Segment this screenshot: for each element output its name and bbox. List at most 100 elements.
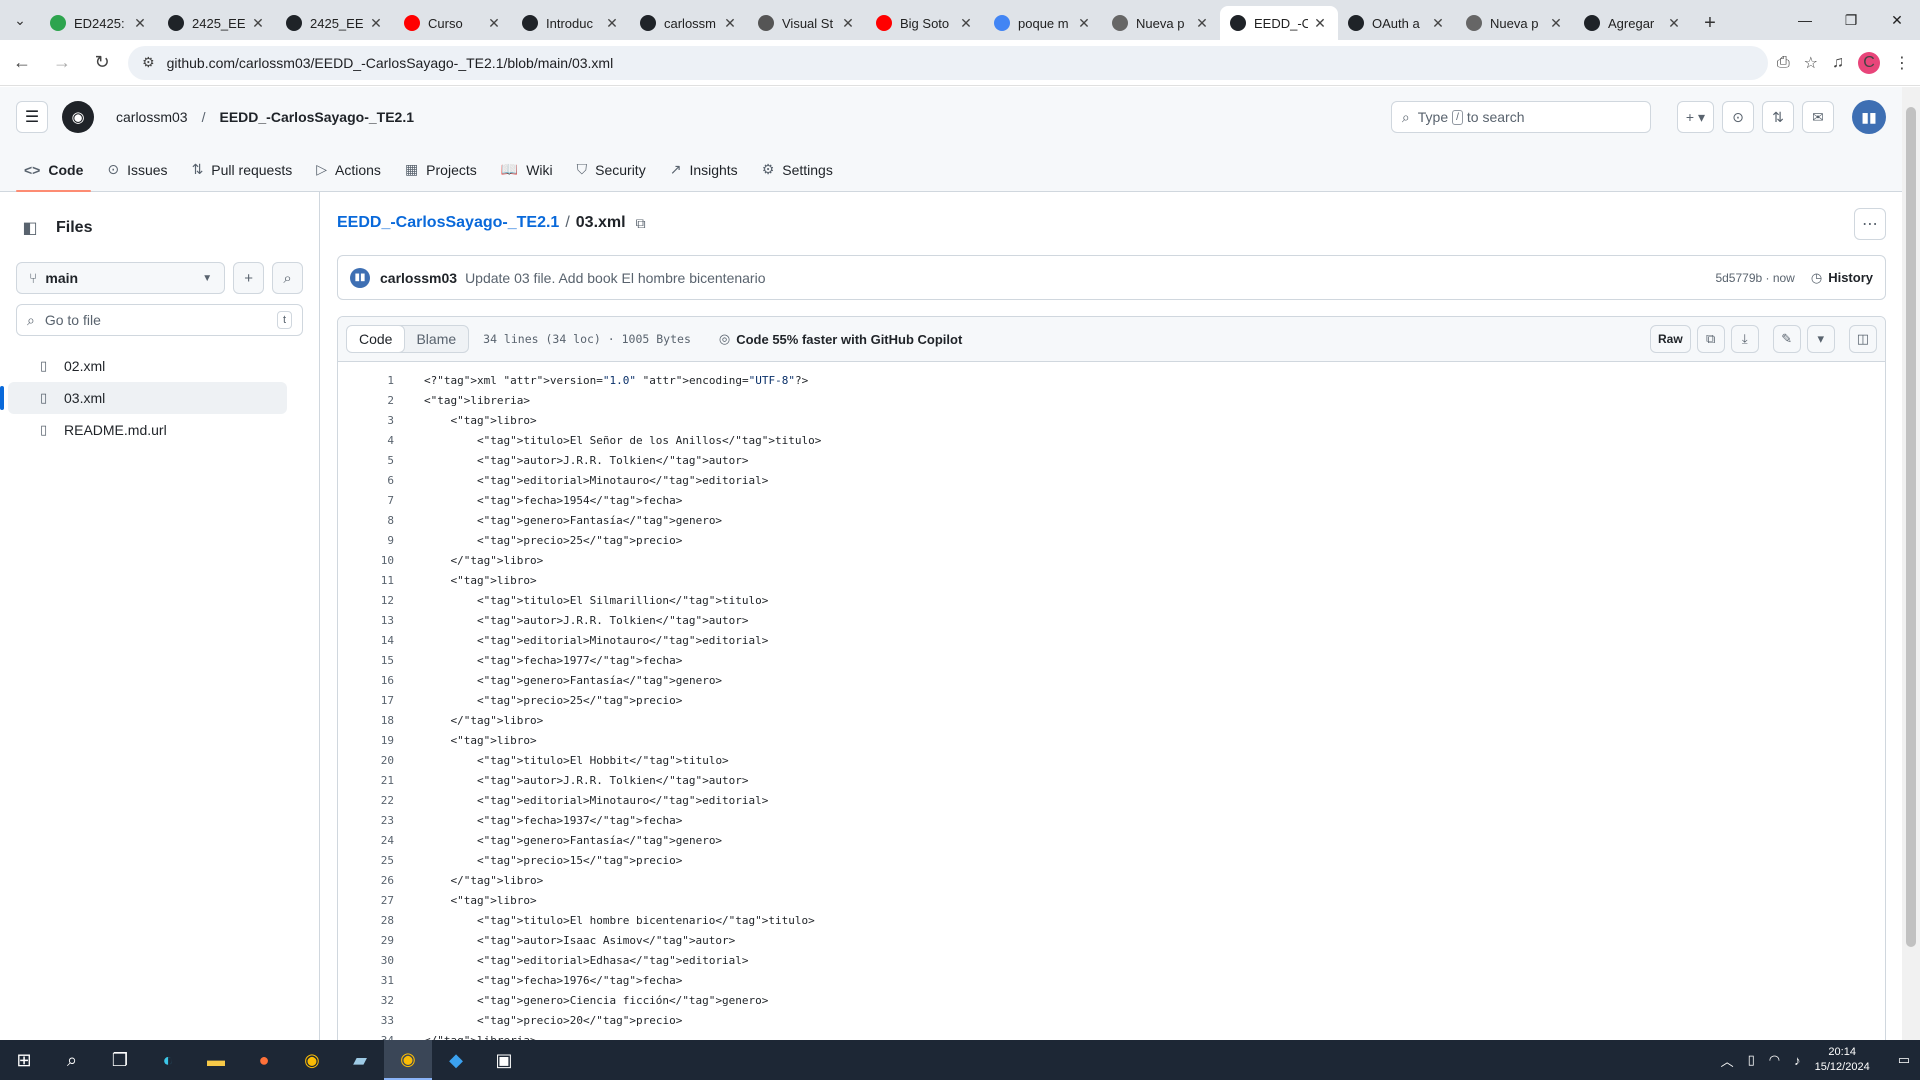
line-number[interactable]: 1 xyxy=(338,374,394,387)
line-number[interactable]: 7 xyxy=(338,494,394,507)
line-number[interactable]: 15 xyxy=(338,654,394,667)
browser-tab[interactable]: Curso ✕ xyxy=(394,6,512,40)
line-number[interactable]: 29 xyxy=(338,934,394,947)
browser-tab[interactable]: Visual St ✕ xyxy=(748,6,866,40)
line-number[interactable]: 16 xyxy=(338,674,394,687)
close-tab-icon[interactable]: ✕ xyxy=(604,15,620,32)
file-tree-item[interactable]: ▯ README.md.url xyxy=(8,414,287,446)
new-tab-button[interactable]: + xyxy=(1692,6,1728,40)
line-number[interactable]: 3 xyxy=(338,414,394,427)
task-view-icon[interactable]: ❐ xyxy=(96,1040,144,1080)
scrollbar-thumb[interactable] xyxy=(1906,107,1916,947)
browser-tab[interactable]: OAuth a ✕ xyxy=(1338,6,1456,40)
browser-tab[interactable]: poque m ✕ xyxy=(984,6,1102,40)
raw-button[interactable]: Raw xyxy=(1650,325,1691,353)
search-files-icon[interactable]: ⌕ xyxy=(272,262,303,294)
line-number[interactable]: 20 xyxy=(338,754,394,767)
commit-author[interactable]: carlossm03 xyxy=(380,270,457,286)
pull-requests-icon[interactable]: ⇅ xyxy=(1762,101,1794,133)
issues-icon[interactable]: ⊙ xyxy=(1722,101,1754,133)
reload-icon[interactable]: ↻ xyxy=(84,45,120,81)
restore-icon[interactable]: ❐ xyxy=(1828,0,1874,40)
copy-raw-icon[interactable]: ⧉ xyxy=(1696,325,1725,353)
profile-avatar[interactable]: C xyxy=(1858,51,1880,74)
media-controls-icon[interactable]: ♫ xyxy=(1832,54,1844,72)
edge-icon[interactable]: ◐ xyxy=(144,1040,192,1080)
line-number[interactable]: 30 xyxy=(338,954,394,967)
firefox-icon[interactable]: ● xyxy=(240,1040,288,1080)
commit-sha-time[interactable]: 5d5779b · now xyxy=(1715,271,1794,285)
line-number[interactable]: 31 xyxy=(338,974,394,987)
line-number[interactable]: 2 xyxy=(338,394,394,407)
browser-tab[interactable]: 2425_EE ✕ xyxy=(276,6,394,40)
file-explorer-icon[interactable]: ▬ xyxy=(192,1040,240,1080)
more-options-icon[interactable]: ⋯ xyxy=(1854,208,1886,240)
tab-wiki[interactable]: 📖 Wiki xyxy=(493,147,561,192)
branch-selector[interactable]: ⑂ main ▼ xyxy=(16,262,226,294)
chrome-active-icon[interactable]: ◉ xyxy=(384,1040,432,1080)
breadcrumb-repo-link[interactable]: EEDD_-CarlosSayago-_TE2.1 xyxy=(337,214,559,232)
create-new-button[interactable]: + ▾ xyxy=(1676,101,1714,133)
battery-icon[interactable]: ▯ xyxy=(1748,1052,1755,1068)
close-tab-icon[interactable]: ✕ xyxy=(132,15,148,32)
browser-tab[interactable]: carlossm ✕ xyxy=(630,6,748,40)
line-number[interactable]: 12 xyxy=(338,594,394,607)
line-number[interactable]: 4 xyxy=(338,434,394,447)
owner-link[interactable]: carlossm03 xyxy=(116,109,188,125)
github-logo-icon[interactable]: ◉ xyxy=(62,101,94,133)
copy-path-icon[interactable]: ⧉ xyxy=(636,215,646,232)
close-tab-icon[interactable]: ✕ xyxy=(1194,15,1210,32)
browser-tab[interactable]: ED2425: ✕ xyxy=(40,6,158,40)
line-number[interactable]: 9 xyxy=(338,534,394,547)
line-number[interactable]: 26 xyxy=(338,874,394,887)
file-tree-item[interactable]: ▯ 03.xml xyxy=(0,382,287,414)
line-number[interactable]: 17 xyxy=(338,694,394,707)
line-number[interactable]: 21 xyxy=(338,774,394,787)
repo-link[interactable]: EEDD_-CarlosSayago-_TE2.1 xyxy=(219,109,414,125)
close-tab-icon[interactable]: ✕ xyxy=(1666,15,1682,32)
user-avatar[interactable]: ▮▮ xyxy=(1852,100,1886,134)
site-info-icon[interactable]: ⚙ xyxy=(142,54,155,71)
tab-search-icon[interactable]: ⌄ xyxy=(0,0,40,40)
line-number[interactable]: 6 xyxy=(338,474,394,487)
line-number[interactable]: 18 xyxy=(338,714,394,727)
bookmark-star-icon[interactable]: ☆ xyxy=(1804,53,1818,73)
commit-author-avatar[interactable]: ▮▮ xyxy=(350,267,370,288)
line-number[interactable]: 10 xyxy=(338,554,394,567)
tab-settings[interactable]: ⚙ Settings xyxy=(754,147,841,192)
commit-message[interactable]: Update 03 file. Add book El hombre bicen… xyxy=(465,270,765,286)
line-number[interactable]: 27 xyxy=(338,894,394,907)
download-icon[interactable]: ⤓ xyxy=(1730,325,1759,353)
close-tab-icon[interactable]: ✕ xyxy=(722,15,738,32)
tab-projects[interactable]: ▦ Projects xyxy=(397,147,485,192)
edit-pencil-icon[interactable]: ✎ xyxy=(1772,325,1801,353)
browser-tab[interactable]: Nueva p ✕ xyxy=(1102,6,1220,40)
browser-tab[interactable]: Introduc ✕ xyxy=(512,6,630,40)
page-scrollbar[interactable] xyxy=(1902,87,1920,1040)
close-tab-icon[interactable]: ✕ xyxy=(1076,15,1092,32)
tab-blame[interactable]: Blame xyxy=(404,326,468,352)
close-window-icon[interactable]: ✕ xyxy=(1874,0,1920,40)
wifi-icon[interactable]: ◠ xyxy=(1769,1052,1780,1068)
notifications-icon[interactable]: ▭ xyxy=(1898,1052,1910,1068)
line-number[interactable]: 23 xyxy=(338,814,394,827)
line-number[interactable]: 19 xyxy=(338,734,394,747)
line-number[interactable]: 14 xyxy=(338,634,394,647)
tab-issues[interactable]: ⊙ Issues xyxy=(99,147,175,192)
line-number[interactable]: 22 xyxy=(338,794,394,807)
browser-tab[interactable]: 2425_EE ✕ xyxy=(158,6,276,40)
chrome-icon[interactable]: ◉ xyxy=(288,1040,336,1080)
vscode-icon[interactable]: ◆ xyxy=(432,1040,480,1080)
line-number[interactable]: 13 xyxy=(338,614,394,627)
clock[interactable]: 20:14 15/12/2024 xyxy=(1815,1045,1870,1075)
minimize-icon[interactable]: — xyxy=(1782,0,1828,40)
browser-tab[interactable]: Agregar ✕ xyxy=(1574,6,1692,40)
search-icon[interactable]: ⌕ xyxy=(48,1040,96,1080)
volume-icon[interactable]: ♪ xyxy=(1794,1053,1801,1068)
forward-icon[interactable]: → xyxy=(44,45,80,81)
windows-start-icon[interactable]: ⊞ xyxy=(0,1040,48,1080)
address-bar[interactable]: ⚙ github.com/carlossm03/EEDD_-CarlosSaya… xyxy=(128,45,1768,80)
line-number[interactable]: 11 xyxy=(338,574,394,587)
tab-code[interactable]: Code xyxy=(347,326,406,352)
install-app-icon[interactable]: ⎙ xyxy=(1777,54,1790,72)
